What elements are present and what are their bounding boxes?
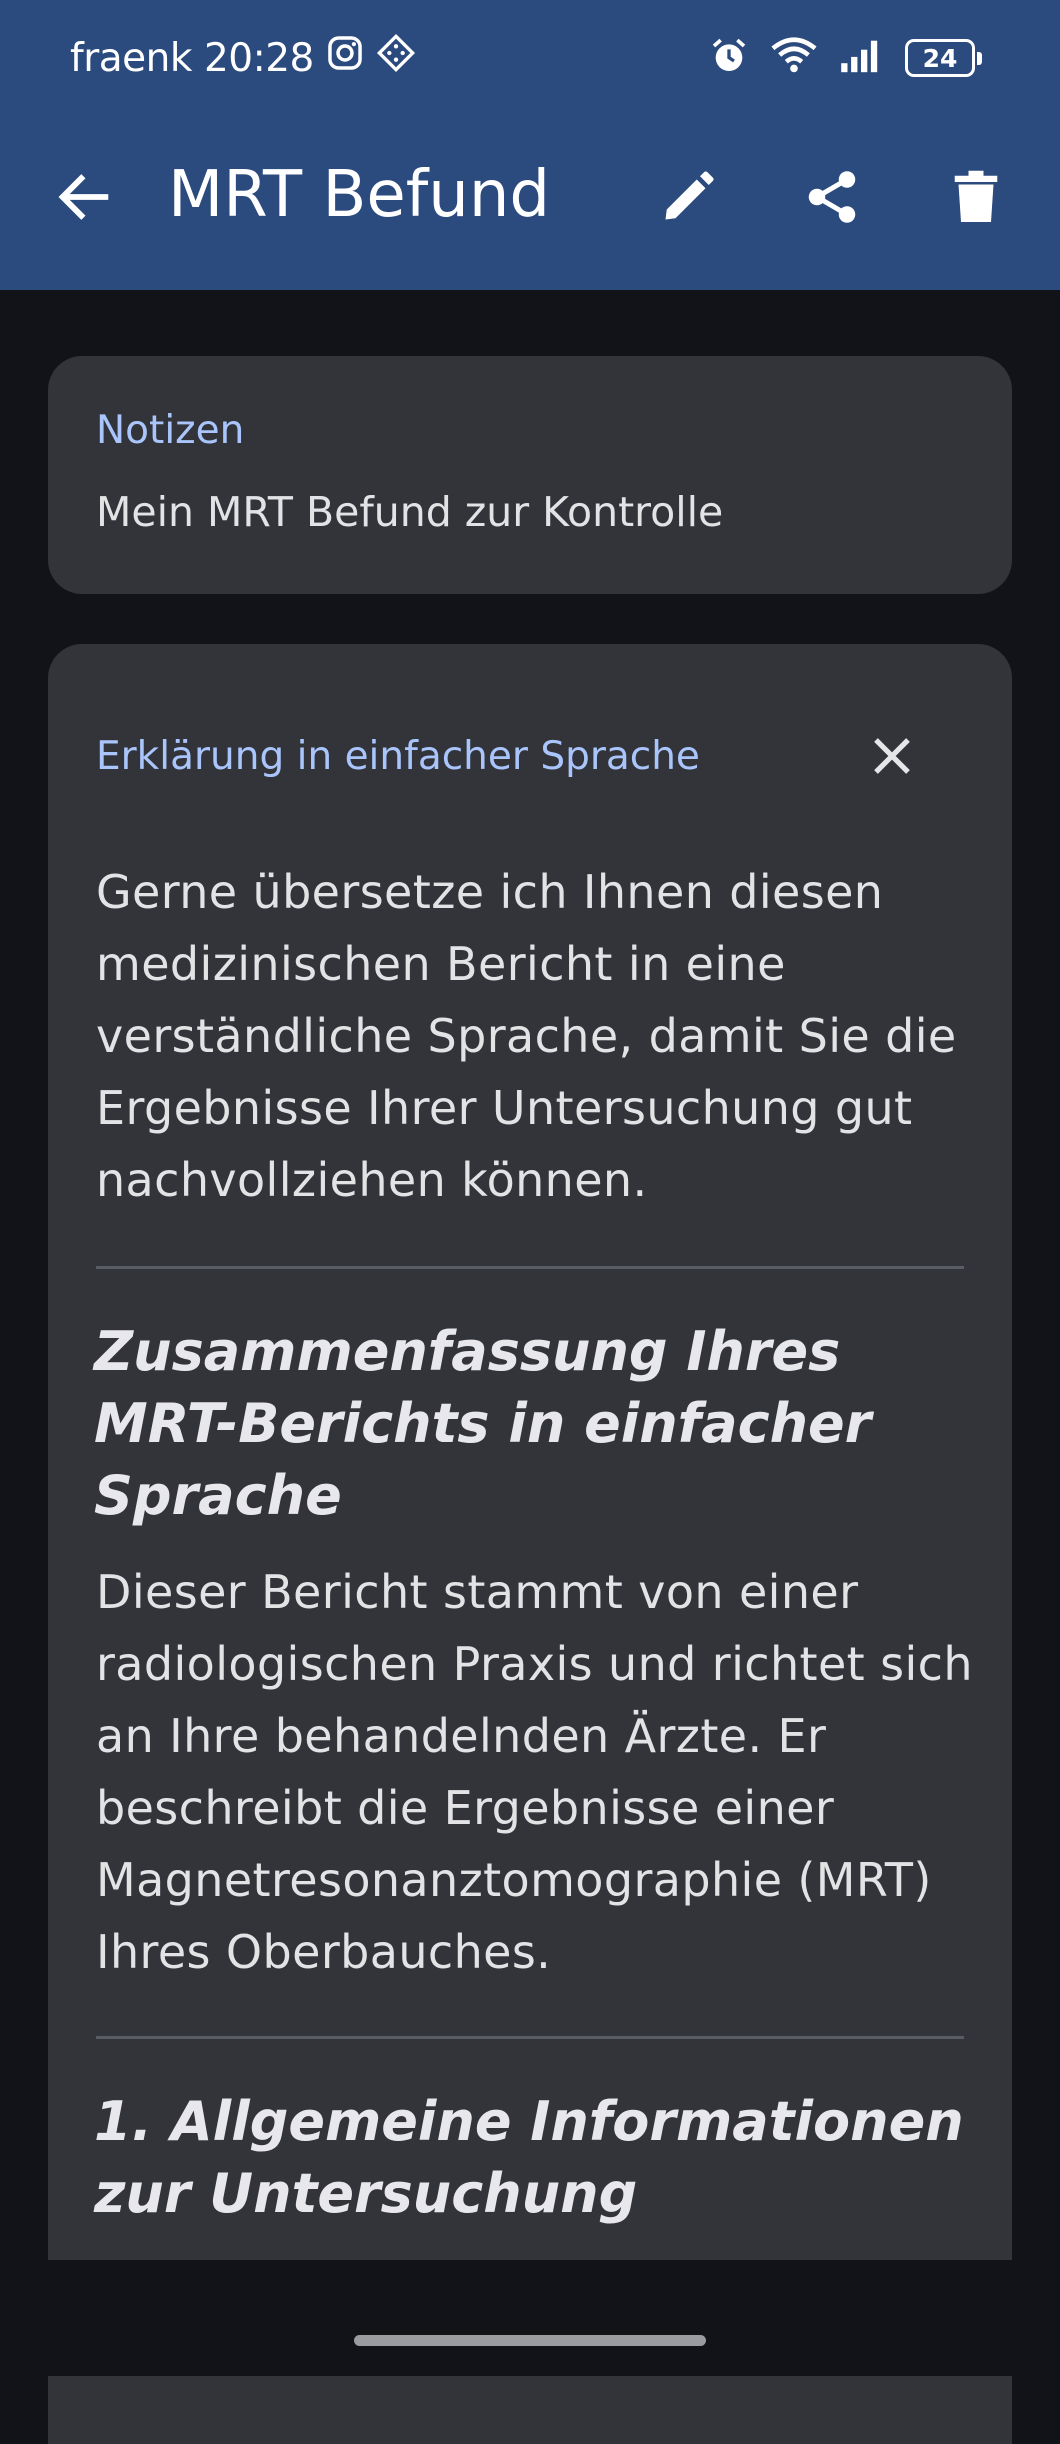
section-heading-summary: Zusammenfassung Ihres MRT-Berichts in ei… — [94, 1320, 872, 1527]
gesture-home-bar[interactable] — [354, 2335, 706, 2346]
app-bar: MRT Befund — [0, 115, 1060, 275]
notes-label: Notizen — [96, 408, 245, 453]
clock: 20:28 — [203, 35, 314, 81]
wifi-icon — [771, 36, 817, 80]
back-arrow-icon[interactable] — [52, 165, 116, 229]
top-app-area: fraenk 20:28 24 MRT Befund — [0, 0, 1060, 290]
signal-icon — [839, 38, 883, 78]
page-title: MRT Befund — [168, 158, 551, 232]
notes-card: Notizen Mein MRT Befund zur Kontrolle — [48, 356, 1012, 594]
notes-text: Mein MRT Befund zur Kontrolle — [96, 488, 724, 536]
alarm-icon — [709, 36, 749, 80]
edit-pencil-icon[interactable] — [650, 159, 726, 235]
app-notification-icon — [376, 33, 416, 83]
instagram-icon — [326, 34, 364, 82]
divider — [96, 2036, 964, 2039]
status-right: 24 — [709, 32, 982, 84]
share-icon[interactable] — [794, 159, 870, 235]
battery-icon: 24 — [905, 39, 982, 77]
delete-trash-icon[interactable] — [938, 159, 1014, 235]
explanation-intro: Gerne übersetze ich Ihnen diesen medizin… — [96, 865, 957, 1207]
close-icon[interactable] — [860, 724, 924, 788]
bottom-area — [0, 2260, 1060, 2376]
battery-level: 24 — [905, 39, 975, 77]
status-left: fraenk 20:28 — [70, 32, 416, 84]
explanation-card: Erklärung in einfacher Sprache Gerne übe… — [48, 644, 1012, 2444]
carrier-name: fraenk — [70, 35, 192, 81]
status-bar: fraenk 20:28 24 — [0, 0, 1060, 115]
divider — [96, 1266, 964, 1269]
section-heading-general-info: 1. Allgemeine Informationen zur Untersuc… — [94, 2090, 964, 2225]
explanation-label: Erklärung in einfacher Sprache — [96, 734, 700, 779]
summary-paragraph: Dieser Bericht stammt von einer radiolog… — [96, 1565, 973, 1979]
